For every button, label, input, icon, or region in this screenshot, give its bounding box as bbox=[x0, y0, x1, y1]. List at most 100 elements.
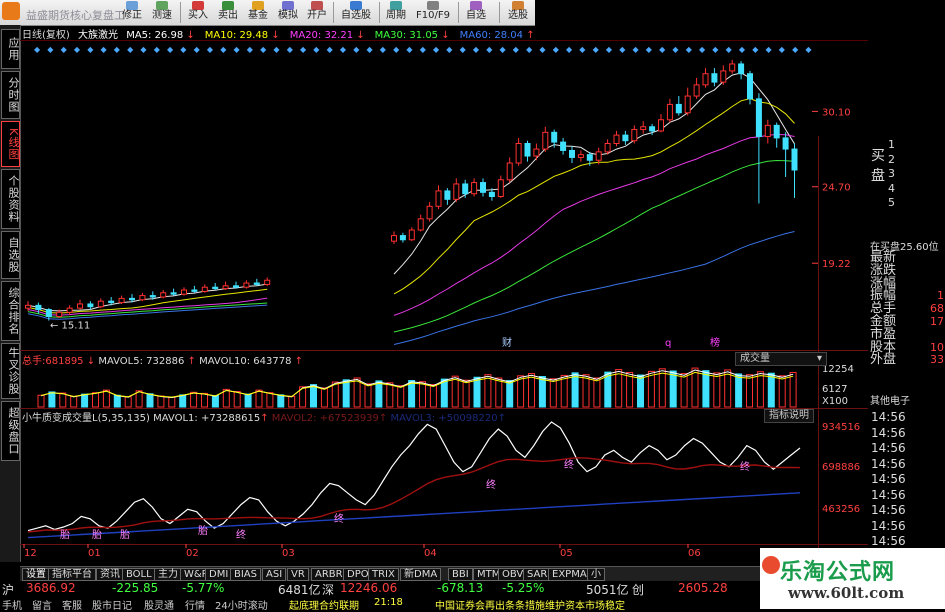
volume-bar bbox=[506, 380, 514, 408]
volume-bar bbox=[102, 389, 110, 408]
event-diamond: ◆ bbox=[74, 45, 81, 54]
buy-button[interactable]: 买入 bbox=[184, 0, 212, 25]
candle bbox=[243, 280, 250, 289]
tab-diagnosis[interactable]: 牛叉诊股 bbox=[1, 343, 20, 399]
indicator-tab-8[interactable]: ASI bbox=[262, 568, 287, 581]
event-diamond: ◆ bbox=[500, 45, 507, 54]
news-item[interactable]: 股市日记 bbox=[92, 597, 132, 612]
volume-bar bbox=[615, 369, 623, 408]
volume-bar bbox=[375, 380, 383, 408]
f10-button[interactable]: F10/F9 bbox=[412, 0, 454, 25]
speedtest-button[interactable]: 测速 bbox=[148, 0, 176, 25]
candle bbox=[471, 178, 478, 197]
event-diamond: ◆ bbox=[61, 45, 68, 54]
news-item[interactable]: 中国证券会再出条条措施维护资本市场稳定 bbox=[435, 597, 625, 612]
news-item[interactable]: 起底理合约联期 bbox=[289, 597, 359, 612]
custom-button[interactable]: 自选 bbox=[462, 0, 490, 25]
site-watermark: 乐淘公式网 www.60lt.com bbox=[760, 548, 945, 609]
news-item[interactable]: 留言 bbox=[32, 597, 52, 612]
volume-bar bbox=[59, 392, 67, 408]
event-diamond: ◆ bbox=[260, 45, 267, 54]
tab-stock-info[interactable]: 个股资料 bbox=[1, 169, 20, 229]
candle bbox=[577, 150, 584, 162]
candle bbox=[773, 122, 780, 148]
volume-bar bbox=[517, 375, 525, 408]
indicator-tab-3[interactable]: BOLL bbox=[122, 568, 156, 581]
volume-bar bbox=[637, 374, 644, 408]
volume-bar bbox=[342, 379, 350, 408]
event-diamond: ◆ bbox=[47, 45, 54, 54]
ma-line bbox=[393, 231, 795, 345]
sell-button[interactable]: 卖出 bbox=[214, 0, 242, 25]
indicator-tab-1[interactable]: 指标平台 bbox=[48, 568, 96, 581]
volume-bar bbox=[669, 370, 677, 408]
indicator-tab-10[interactable]: ARBR bbox=[311, 568, 347, 581]
indicator-tab-9[interactable]: VR bbox=[287, 568, 309, 581]
indicator-tab-2[interactable]: 资讯 bbox=[96, 568, 124, 581]
kline-chart[interactable]: ◆ ◆ ◆ ◆ ◆ ◆ ◆ ◆ ◆ ◆ ◆ ◆ ◆ ◆ ◆ ◆ ◆ ◆ ◆ ◆ ◆ ◆ ◆ ◆ ◆ ◆ ◆ ◆ ◆ ◆ ◆ ◆ ◆ ◆ ◆ ◆ ◆ ◆ ◆ ◆… bbox=[20, 40, 868, 562]
fix-button[interactable]: 修正 bbox=[118, 0, 146, 25]
event-diamond: ◆ bbox=[792, 45, 799, 54]
indicator-tab-18[interactable]: EXPMA bbox=[548, 568, 591, 581]
news-ticker[interactable]: 手机 留言 客服 股市日记 股灵通 行情 24小时滚动 起底理合约联期 21:18 中国证券会再出… bbox=[0, 597, 760, 612]
fund-button[interactable]: 基金 bbox=[244, 0, 272, 25]
event-diamond: ◆ bbox=[699, 45, 706, 54]
news-item[interactable]: 21:18 bbox=[374, 597, 403, 608]
volume-bar bbox=[146, 393, 154, 408]
ma-line bbox=[393, 72, 795, 275]
indicator-tab-19[interactable]: 小 bbox=[587, 568, 605, 581]
indicator-tab-bar: 设置 指标平台 资讯 BOLL 主力 W&R DMI BIAS ASI VR ARBR DPO TRIX… bbox=[20, 566, 760, 581]
candle bbox=[524, 140, 531, 162]
news-item[interactable]: 行情 bbox=[185, 597, 205, 612]
volume-bar bbox=[277, 394, 285, 408]
news-item[interactable]: 股灵通 bbox=[144, 597, 174, 612]
event-diamond: ◆ bbox=[207, 45, 214, 54]
news-item[interactable]: 手机 bbox=[2, 597, 22, 612]
indicator-legend: 小牛质变成交量L(5,35,135) MAVOL1: +73288615↑ MA… bbox=[22, 413, 506, 424]
watchlist-button[interactable]: 自选股 bbox=[336, 0, 376, 25]
event-diamond: ◆ bbox=[659, 45, 666, 54]
period-button[interactable]: 周期 bbox=[382, 0, 410, 25]
tab-apps[interactable]: 应用 bbox=[1, 29, 20, 69]
indicator-help-button[interactable]: 指标说明 bbox=[764, 409, 814, 423]
volume-dropdown[interactable]: 成交量 ▾ bbox=[735, 352, 827, 366]
event-diamond: ◆ bbox=[327, 45, 334, 54]
open-account-button[interactable]: 开户 bbox=[304, 0, 330, 25]
date-tick-label: 01 bbox=[88, 548, 101, 559]
signal-label: 胎 bbox=[120, 528, 130, 541]
indicator-tab-12[interactable]: TRIX bbox=[368, 568, 399, 581]
event-diamond: ◆ bbox=[686, 45, 693, 54]
candle bbox=[755, 93, 762, 204]
simulate-button[interactable]: 模拟 bbox=[274, 0, 302, 25]
indicator-tab-7[interactable]: BIAS bbox=[230, 568, 261, 581]
indicator-tab-4[interactable]: 主力 bbox=[154, 568, 182, 581]
tab-kline[interactable]: K线图 bbox=[1, 121, 20, 167]
indicator-tab-13[interactable]: 新DMA bbox=[400, 568, 442, 581]
date-separator bbox=[20, 544, 868, 545]
candle bbox=[264, 277, 271, 286]
buy-side-label: 买盘 bbox=[871, 148, 885, 184]
tab-watchlist[interactable]: 自选股 bbox=[1, 231, 20, 279]
tab-ranking[interactable]: 综合排名 bbox=[1, 281, 20, 341]
signal-label: 终 bbox=[486, 478, 496, 491]
indicator-tab-0[interactable]: 设置 bbox=[22, 568, 50, 581]
candle bbox=[170, 288, 177, 296]
news-item[interactable]: 客服 bbox=[62, 597, 82, 612]
indicator-tab-14[interactable]: BBI bbox=[448, 568, 473, 581]
volume-bar bbox=[538, 376, 546, 408]
indicator-tick-label: 934516 bbox=[822, 422, 860, 433]
volume-bar bbox=[473, 376, 481, 408]
signal-label: 胎 bbox=[92, 528, 102, 541]
event-marker: 财 bbox=[502, 336, 512, 349]
stock-picker-button[interactable]: 选股 bbox=[503, 0, 533, 25]
volume-unit-label: X100 bbox=[822, 396, 848, 407]
volume-bar bbox=[386, 382, 394, 408]
tick-time: 14:56 bbox=[871, 472, 906, 486]
candle bbox=[569, 146, 575, 164]
indicator-tab-6[interactable]: DMI bbox=[205, 568, 233, 581]
tick-time: 14:56 bbox=[871, 441, 906, 455]
event-diamond: ◆ bbox=[287, 45, 294, 54]
tab-super-order[interactable]: 超级盘口 bbox=[1, 401, 20, 461]
tab-intraday[interactable]: 分时图 bbox=[1, 71, 20, 119]
news-item[interactable]: 24小时滚动 bbox=[215, 597, 268, 612]
